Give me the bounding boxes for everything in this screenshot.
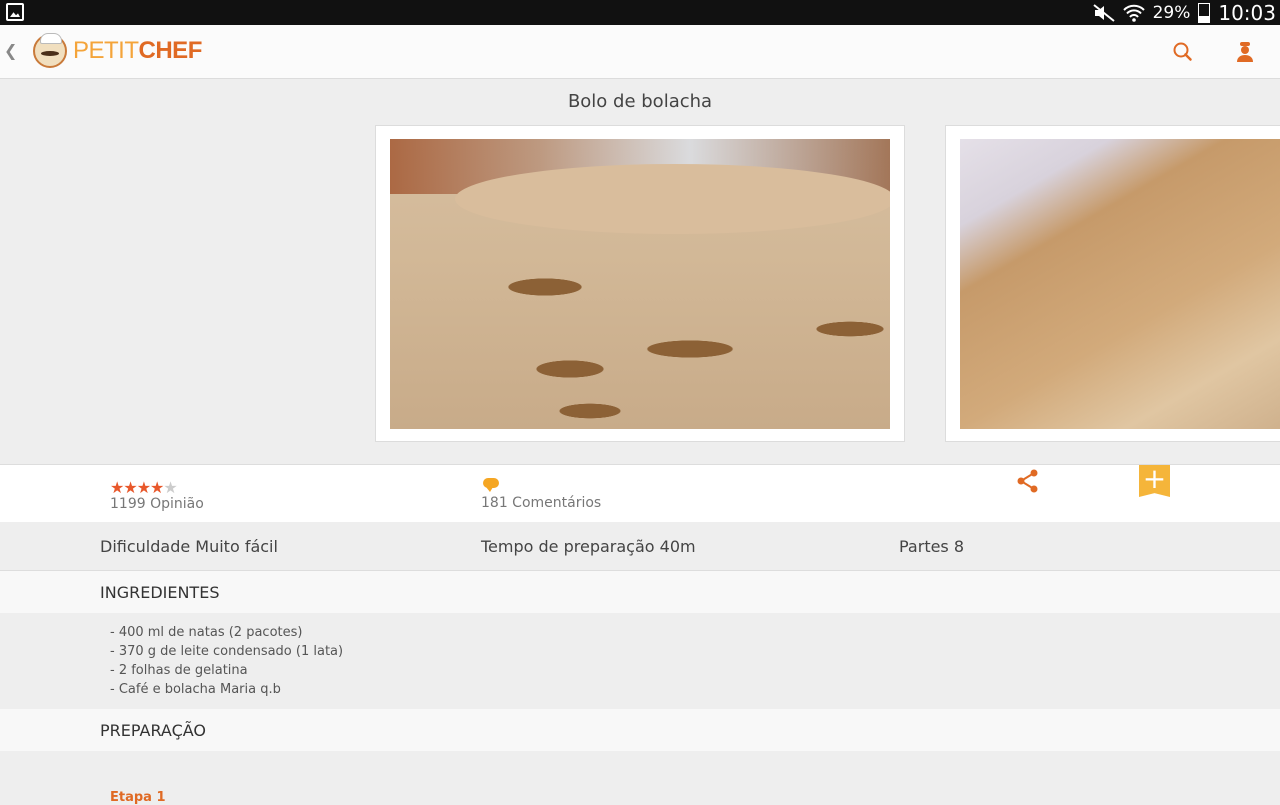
app-bar: ❮ PETITCHEF (0, 25, 1280, 79)
star-filled-icon: ★ (110, 478, 124, 497)
list-item: - 370 g de leite condensado (1 lata) (110, 644, 344, 659)
battery-percent: 29% (1152, 2, 1191, 23)
preparation-header: PREPARAÇÃO (0, 709, 1280, 751)
status-bar: 29% 10:03 (0, 0, 1280, 25)
back-icon[interactable]: ❮ (4, 41, 17, 60)
chef-logo-icon (33, 33, 67, 68)
recipe-photo-card-next[interactable] (945, 125, 1280, 442)
servings: Partes 8 (899, 537, 965, 556)
recipe-photo (960, 139, 1280, 429)
star-filled-icon: ★ (123, 478, 137, 497)
recipe-photo (390, 139, 890, 429)
mute-icon (1092, 3, 1115, 22)
status-bar-right: 29% 10:03 (1092, 0, 1276, 25)
ingredients-heading: INGREDIENTES (100, 583, 220, 602)
clock: 10:03 (1218, 0, 1276, 25)
rating-stars[interactable]: ★★★★★ (110, 478, 178, 497)
prep-time: Tempo de preparação 40m (481, 537, 696, 556)
star-empty-icon: ★ (163, 478, 177, 497)
list-item: - 400 ml de natas (2 pacotes) (110, 625, 303, 640)
ingredients-list: - 400 ml de natas (2 pacotes) - 370 g de… (110, 623, 343, 699)
logo-petit: PETIT (73, 37, 139, 64)
logo-text: PETITCHEF (73, 37, 202, 65)
difficulty: Dificuldade Muito fácil (100, 537, 278, 556)
comment-icon[interactable] (483, 478, 499, 492)
recipe-details: Dificuldade Muito fácil Tempo de prepara… (0, 522, 1280, 571)
share-icon[interactable] (1015, 468, 1041, 494)
search-icon[interactable] (1172, 41, 1194, 63)
reviews-count[interactable]: 1199 Opinião (110, 496, 204, 512)
recipe-photo-card[interactable] (375, 125, 905, 442)
list-item: - 2 folhas de gelatina (110, 663, 248, 678)
comments-count[interactable]: 181 Comentários (481, 495, 601, 511)
step-label: Etapa 1 (110, 790, 166, 805)
petitchef-logo[interactable]: PETITCHEF (33, 33, 202, 68)
star-filled-icon: ★ (150, 478, 164, 497)
star-filled-icon: ★ (136, 478, 151, 497)
preparation-heading: PREPARAÇÃO (100, 721, 207, 740)
add-to-notebook-button[interactable]: + (1139, 465, 1170, 497)
list-item: - Café e bolacha Maria q.b (110, 682, 281, 697)
wifi-icon (1122, 4, 1145, 22)
battery-icon (1198, 2, 1211, 23)
user-icon[interactable] (1234, 41, 1256, 63)
recipe-info-bar: ★★★★★ 1199 Opinião 181 Comentários + (0, 464, 1280, 523)
ingredients-header: INGREDIENTES (0, 571, 1280, 613)
recipe-title: Bolo de bolacha (567, 91, 713, 112)
gallery-notification-icon (6, 3, 24, 21)
logo-chef: CHEF (138, 37, 203, 64)
